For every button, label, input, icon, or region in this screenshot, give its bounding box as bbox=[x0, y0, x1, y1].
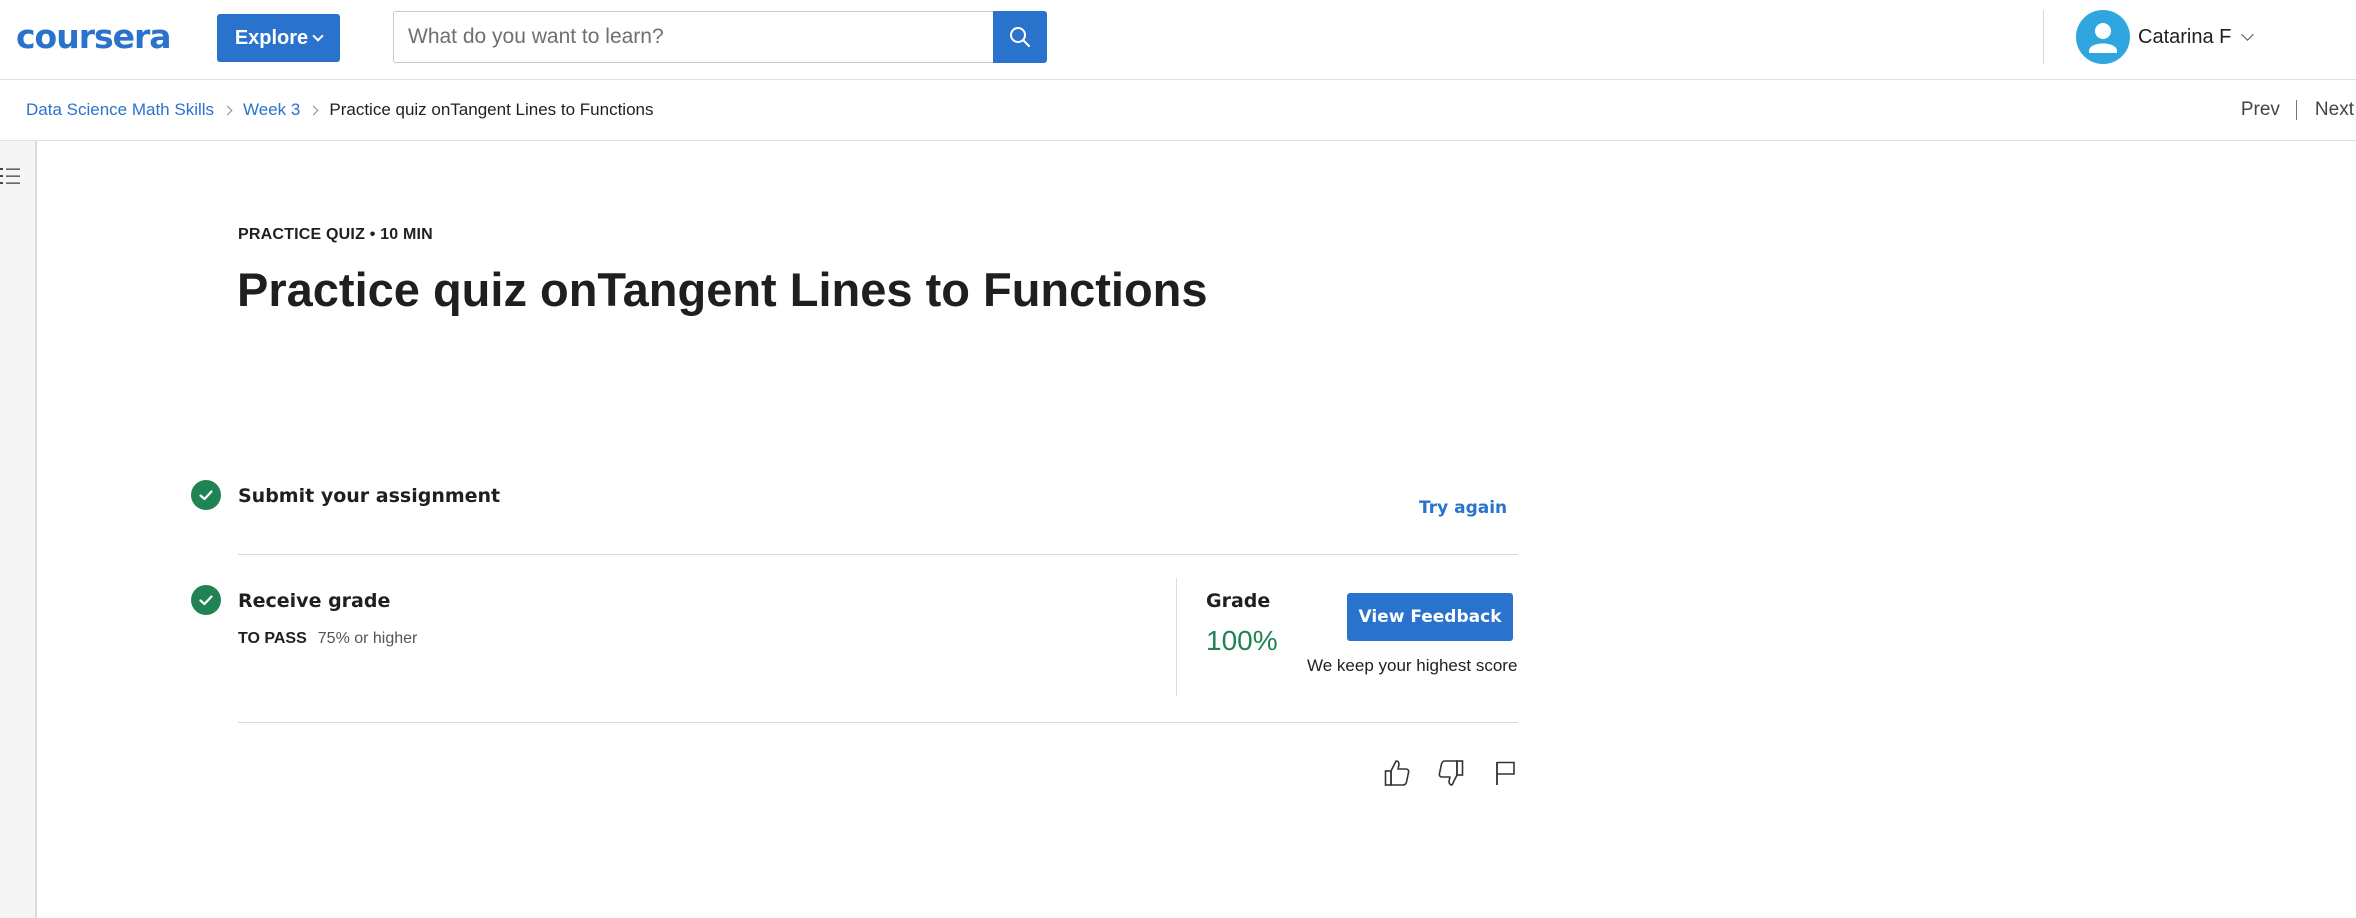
grade-divider bbox=[1176, 578, 1177, 696]
search-input[interactable] bbox=[393, 11, 993, 63]
chevron-right-icon bbox=[308, 105, 319, 115]
explore-label: Explore bbox=[234, 26, 309, 49]
next-link[interactable]: Next bbox=[2315, 99, 2354, 121]
divider bbox=[238, 722, 1518, 723]
receive-step-title: Receive grade bbox=[238, 590, 391, 612]
top-header: coursera Explore Catarina F bbox=[0, 0, 2356, 80]
prev-link[interactable]: Prev bbox=[2241, 99, 2280, 121]
left-rail bbox=[0, 141, 37, 918]
flag-icon bbox=[1496, 761, 1515, 785]
avatar[interactable] bbox=[2076, 10, 2130, 64]
nav-divider bbox=[2295, 100, 2297, 120]
explore-button[interactable]: Explore bbox=[217, 14, 340, 62]
try-again-link[interactable]: Try again bbox=[1419, 498, 1507, 518]
search-button[interactable] bbox=[993, 11, 1047, 63]
user-name: Catarina F bbox=[2138, 25, 2232, 48]
pass-value: 75% or higher bbox=[317, 630, 418, 647]
grade-label: Grade bbox=[1206, 590, 1271, 612]
submit-step-title: Submit your assignment bbox=[238, 485, 501, 507]
check-icon bbox=[191, 585, 221, 615]
chevron-right-icon bbox=[222, 105, 233, 115]
chevron-down-icon bbox=[312, 29, 324, 42]
breadcrumb-bar: Data Science Math Skills Week 3 Practice… bbox=[0, 81, 2356, 141]
divider bbox=[238, 554, 1518, 555]
pass-requirement: TO PASS 75% or higher bbox=[238, 630, 417, 648]
report-button[interactable] bbox=[1488, 756, 1522, 790]
highest-score-note: We keep your highest score bbox=[1307, 656, 1518, 675]
thumbs-down-icon bbox=[1438, 760, 1464, 786]
prev-next-nav: Prev Next bbox=[2241, 99, 2356, 121]
page-title: Practice quiz onTangent Lines to Functio… bbox=[237, 263, 1208, 316]
breadcrumb-week[interactable]: Week 3 bbox=[243, 100, 300, 120]
grade-value: 100% bbox=[1206, 625, 1278, 656]
list-icon[interactable] bbox=[0, 165, 22, 187]
user-icon bbox=[2089, 23, 2117, 53]
breadcrumb-course[interactable]: Data Science Math Skills bbox=[26, 100, 214, 120]
quiz-eyebrow: PRACTICE QUIZ • 10 MIN bbox=[238, 226, 433, 243]
dislike-button[interactable] bbox=[1434, 756, 1468, 790]
feedback-actions bbox=[1380, 756, 1522, 790]
breadcrumb: Data Science Math Skills Week 3 Practice… bbox=[26, 100, 654, 120]
pass-label: TO PASS bbox=[238, 630, 307, 647]
coursera-logo[interactable]: coursera bbox=[16, 18, 172, 56]
thumbs-up-icon bbox=[1384, 760, 1410, 786]
like-button[interactable] bbox=[1380, 756, 1414, 790]
view-feedback-button[interactable]: View Feedback bbox=[1347, 593, 1513, 641]
search-icon bbox=[1010, 27, 1031, 48]
chevron-down-icon bbox=[2241, 27, 2255, 41]
user-menu[interactable]: Catarina F bbox=[2138, 14, 2255, 60]
check-icon bbox=[191, 480, 221, 510]
breadcrumb-current: Practice quiz onTangent Lines to Functio… bbox=[329, 100, 654, 119]
header-divider bbox=[2043, 10, 2044, 64]
